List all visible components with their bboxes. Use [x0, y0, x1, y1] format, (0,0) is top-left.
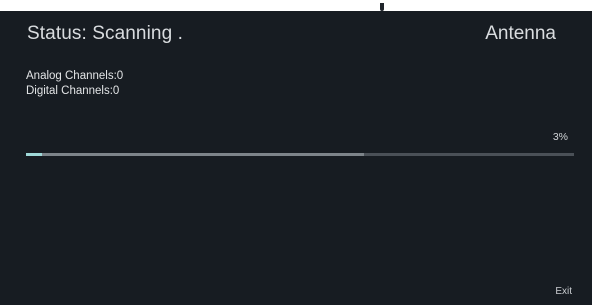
- channel-counts: Analog Channels:0 Digital Channels:0: [26, 69, 123, 99]
- signal-source-label: Antenna: [485, 23, 556, 44]
- scan-progress-fill: [26, 153, 43, 156]
- analog-channel-count: Analog Channels:0: [26, 70, 124, 82]
- progress-track-highlight: [26, 153, 364, 156]
- top-edge: [0, 0, 592, 11]
- scan-progress-bar: [26, 153, 574, 156]
- scan-status-title: Status: Scanning .: [27, 23, 184, 44]
- channel-scan-screen: Status: Scanning . Antenna Analog Channe…: [0, 0, 592, 307]
- progress-percent: 3%: [552, 131, 568, 143]
- digital-channel-count: Digital Channels:0: [26, 85, 120, 97]
- cursor-glyph: [377, 0, 387, 11]
- exit-button[interactable]: Exit: [555, 286, 572, 297]
